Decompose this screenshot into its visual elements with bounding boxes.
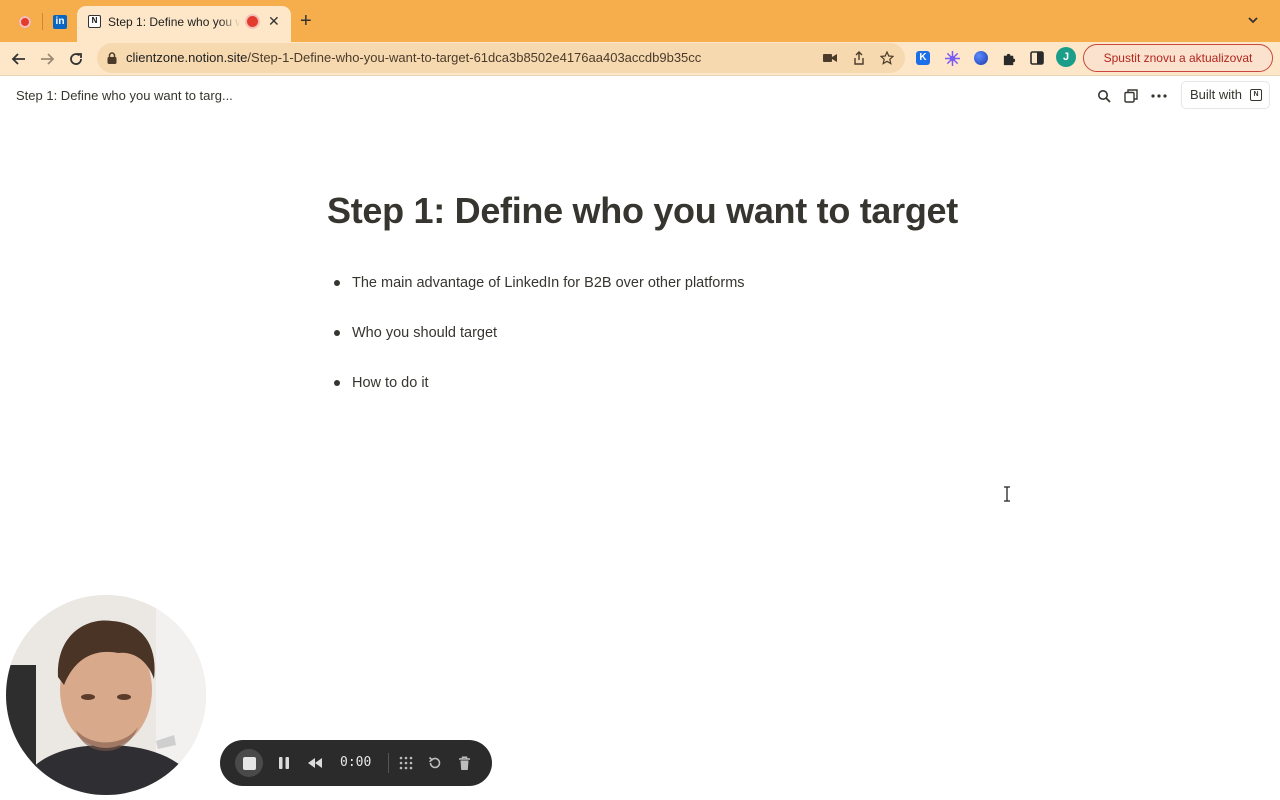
star-icon[interactable] bbox=[878, 49, 896, 67]
reload-button[interactable] bbox=[65, 48, 87, 70]
arrow-left-icon bbox=[11, 53, 25, 65]
relaunch-update-button[interactable]: Spustit znovu a aktualizovat bbox=[1083, 44, 1273, 72]
linkedin-icon: in bbox=[53, 15, 67, 29]
page-title: Step 1: Define who you want to target bbox=[327, 190, 958, 231]
back-button[interactable] bbox=[8, 48, 30, 70]
grid-icon bbox=[399, 756, 413, 770]
reload-icon bbox=[70, 53, 82, 65]
text-cursor-icon bbox=[1004, 486, 1010, 502]
notion-icon: N bbox=[88, 15, 101, 28]
extension-sparkle-icon[interactable] bbox=[942, 48, 962, 68]
tab-active[interactable]: N Step 1: Define who you want to target … bbox=[77, 6, 291, 42]
extension-globe-icon[interactable] bbox=[971, 48, 991, 68]
built-with-notion-button[interactable]: Built with N bbox=[1181, 81, 1270, 109]
restart-icon bbox=[428, 756, 441, 769]
address-bar[interactable]: clientzone.notion.site/Step-1-Define-who… bbox=[97, 43, 905, 73]
delete-button[interactable] bbox=[454, 753, 474, 773]
url-host: clientzone.notion.site bbox=[126, 50, 248, 65]
pinned-tab-linkedin[interactable]: in bbox=[46, 8, 74, 36]
list-item: Who you should target bbox=[330, 322, 950, 372]
list-item-text: How to do it bbox=[352, 375, 429, 391]
bullet-dot bbox=[334, 330, 340, 336]
tab-title: Step 1: Define who you want to target bbox=[108, 15, 240, 29]
browser-window: in N Step 1: Define who you want to targ… bbox=[0, 0, 1280, 800]
tab-separator bbox=[42, 13, 43, 30]
webcam-bubble[interactable] bbox=[6, 595, 206, 795]
close-tab-icon[interactable]: ✕ bbox=[268, 12, 280, 30]
bullet-dot bbox=[334, 380, 340, 386]
built-with-label: Built with bbox=[1190, 87, 1243, 102]
pause-button[interactable] bbox=[274, 753, 294, 773]
tab-recording-icon bbox=[247, 16, 258, 27]
notion-logo-icon: N bbox=[1250, 89, 1262, 101]
divider bbox=[388, 753, 389, 773]
notion-topbar: Step 1: Define who you want to targ... B… bbox=[0, 77, 1280, 115]
webcam-person-image bbox=[6, 595, 206, 795]
duplicate-icon[interactable] bbox=[1121, 86, 1141, 106]
rewind-button[interactable] bbox=[305, 753, 325, 773]
new-tab-button[interactable]: + bbox=[300, 10, 312, 32]
more-options-icon[interactable] bbox=[1149, 86, 1169, 106]
rewind-icon bbox=[308, 758, 322, 768]
tab-strip: in N Step 1: Define who you want to targ… bbox=[0, 0, 1280, 42]
recording-time: 0:00 bbox=[340, 755, 372, 770]
lock-icon bbox=[107, 52, 117, 64]
extension-k-icon[interactable]: K bbox=[913, 48, 933, 68]
list-item-text: Who you should target bbox=[352, 325, 498, 341]
bullet-list: The main advantage of LinkedIn for B2B o… bbox=[330, 272, 950, 422]
list-item-text: The main advantage of LinkedIn for B2B o… bbox=[352, 275, 745, 291]
share-icon[interactable] bbox=[850, 49, 868, 67]
profile-avatar[interactable]: J bbox=[1056, 47, 1076, 67]
trash-icon bbox=[458, 755, 470, 770]
pinned-tab-recording[interactable] bbox=[11, 8, 39, 36]
sidebar-icon[interactable] bbox=[1027, 48, 1047, 68]
stop-recording-button[interactable] bbox=[235, 749, 263, 777]
url-text: clientzone.notion.site/Step-1-Define-who… bbox=[126, 50, 701, 65]
forward-button[interactable] bbox=[36, 48, 58, 70]
recording-icon bbox=[19, 16, 31, 28]
browser-toolbar: clientzone.notion.site/Step-1-Define-who… bbox=[0, 42, 1280, 76]
puzzle-icon[interactable] bbox=[999, 48, 1019, 68]
list-item: How to do it bbox=[330, 372, 950, 422]
arrow-right-icon bbox=[41, 53, 55, 65]
recording-controls: 0:00 bbox=[220, 740, 492, 786]
stop-icon bbox=[242, 756, 256, 770]
breadcrumb[interactable]: Step 1: Define who you want to targ... bbox=[16, 88, 233, 103]
bullet-dot bbox=[334, 280, 340, 286]
camera-icon[interactable] bbox=[821, 49, 839, 67]
search-icon[interactable] bbox=[1094, 86, 1114, 106]
drag-handle[interactable] bbox=[396, 753, 416, 773]
url-path: /Step-1-Define-who-you-want-to-target-61… bbox=[247, 50, 702, 65]
pause-icon bbox=[279, 757, 289, 769]
list-item: The main advantage of LinkedIn for B2B o… bbox=[330, 272, 950, 322]
chevron-down-icon[interactable] bbox=[1246, 13, 1260, 27]
restart-button[interactable] bbox=[425, 753, 445, 773]
